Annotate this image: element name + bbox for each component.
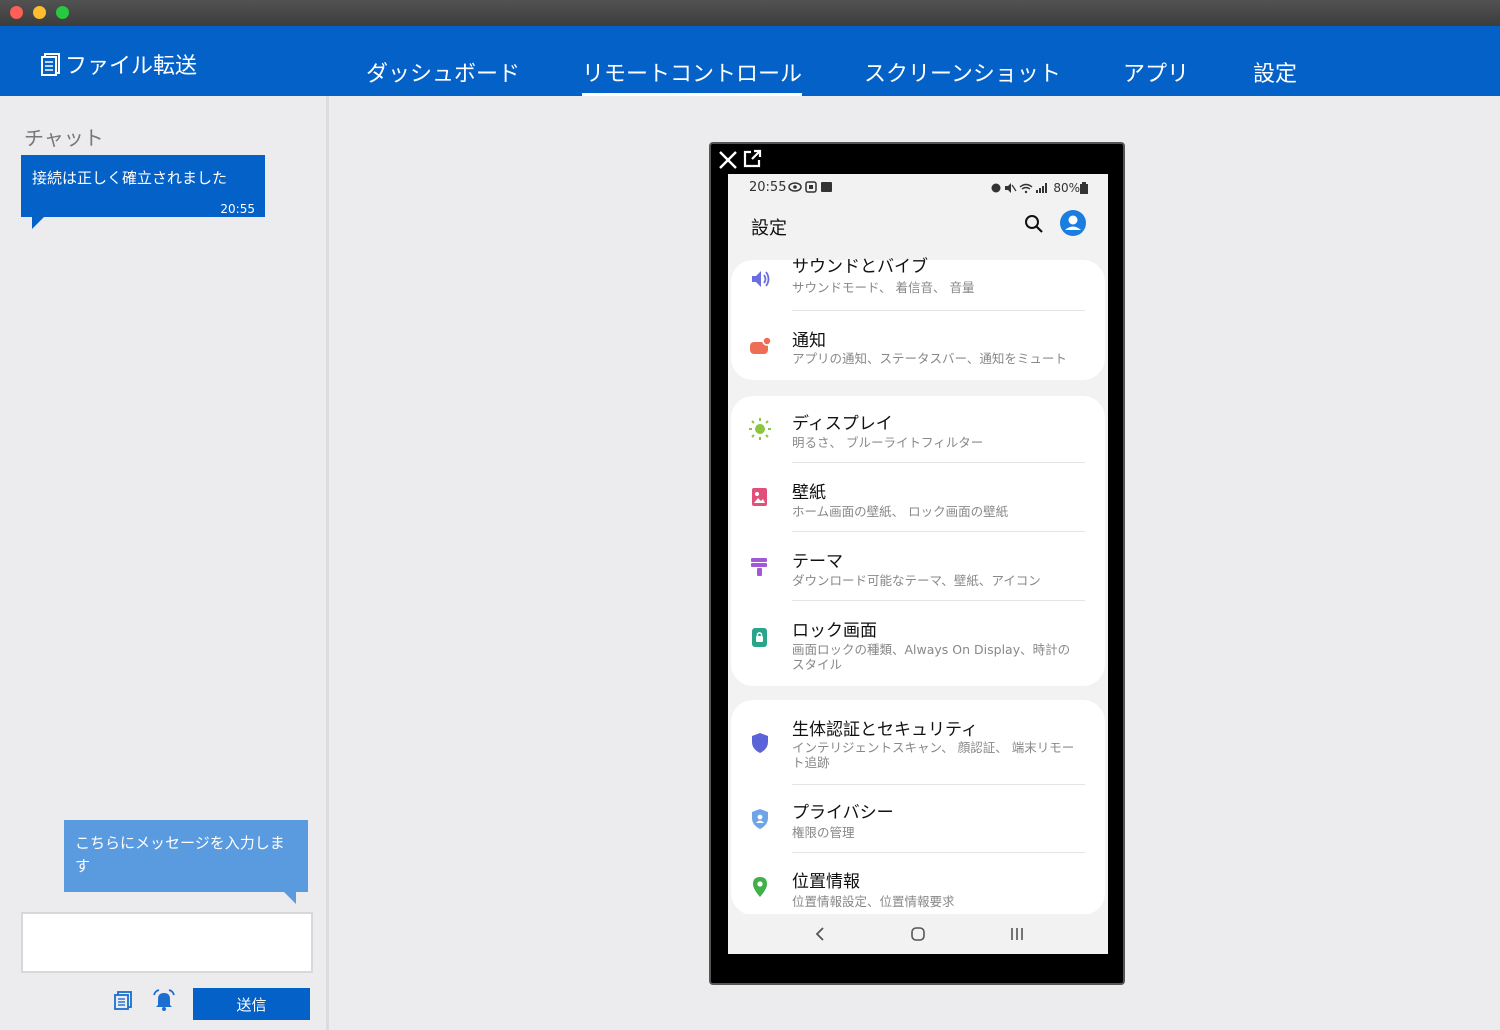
sound-subtitle: サウンドモード、 着信音、 音量 — [792, 280, 975, 295]
tab-remote-control[interactable]: リモートコントロール — [582, 56, 803, 96]
notification-title: 通知 — [792, 331, 826, 351]
location-icon — [753, 877, 767, 897]
status-notification-icons — [788, 181, 832, 193]
item-divider — [792, 531, 1085, 532]
theme-subtitle: ダウンロード可能なテーマ、壁紙、アイコン — [792, 573, 1041, 588]
home-icon[interactable] — [910, 926, 926, 942]
location-title: 位置情報 — [792, 872, 860, 892]
message-hint-bubble: こちらにメッセージを入力します — [64, 820, 308, 904]
back-icon[interactable] — [814, 926, 826, 942]
tab-screenshot[interactable]: スクリーンショット — [864, 56, 1061, 96]
popout-icon[interactable] — [742, 149, 762, 169]
security-title: 生体認証とセキュリティ — [792, 720, 978, 740]
status-system-icons: 80% — [990, 181, 1088, 195]
file-transfer-icon[interactable] — [112, 988, 136, 1012]
battery-level: 80% — [1053, 181, 1080, 195]
settings-item-privacy[interactable]: プライバシー 権限の管理 — [731, 785, 1105, 853]
sound-icon — [752, 271, 770, 287]
settings-item-location[interactable]: 位置情報 位置情報設定、位置情報要求 — [731, 854, 1105, 914]
phone-status-bar: 20:55 80% — [728, 174, 1108, 200]
theme-icon — [751, 558, 767, 576]
display-subtitle: 明るさ、 ブルーライトフィルター — [792, 435, 984, 450]
chat-panel: チャット 接続は正しく確立されました 20:55 こちらにメッセージを入力します… — [0, 96, 329, 1030]
chat-title: チャット — [24, 126, 104, 150]
account-icon[interactable] — [1059, 209, 1087, 237]
wallpaper-icon — [752, 488, 767, 506]
search-icon[interactable] — [1024, 214, 1044, 234]
settings-group-3: 生体認証とセキュリティ インテリジェントスキャン、 顔認証、 端末リモート追跡 … — [731, 700, 1105, 915]
tab-dashboard[interactable]: ダッシュボード — [366, 56, 520, 96]
phone-navigation-bar — [728, 914, 1108, 954]
status-time: 20:55 — [749, 180, 787, 195]
privacy-subtitle: 権限の管理 — [792, 825, 855, 840]
settings-group-1: サウンドとバイブ サウンドモード、 着信音、 音量 通知 アプリの通知、ステータ… — [731, 257, 1105, 380]
settings-item-sound[interactable]: サウンドとバイブ サウンドモード、 着信音、 音量 — [731, 252, 1105, 312]
incoming-message-text: 接続は正しく確立されました — [32, 169, 228, 187]
battery-icon — [1080, 182, 1088, 194]
wallpaper-subtitle: ホーム画面の壁紙、 ロック画面の壁紙 — [792, 504, 1009, 519]
settings-item-security[interactable]: 生体認証とセキュリティ インテリジェントスキャン、 顔認証、 端末リモート追跡 — [731, 700, 1105, 785]
settings-item-wallpaper[interactable]: 壁紙 ホーム画面の壁紙、 ロック画面の壁紙 — [731, 464, 1105, 532]
remote-phone-frame: 20:55 80% 設定 サウンドとバイブ サウンドモード、 着信音、 音量 通… — [709, 142, 1125, 985]
send-button[interactable]: 送信 — [193, 988, 310, 1020]
sound-title: サウンドとバイブ — [792, 257, 928, 277]
recent-apps-icon[interactable] — [1010, 926, 1024, 942]
location-subtitle: 位置情報設定、位置情報要求 — [792, 894, 955, 909]
settings-group-2: ディスプレイ 明るさ、 ブルーライトフィルター 壁紙 ホーム画面の壁紙、 ロック… — [731, 396, 1105, 686]
settings-item-lock-screen[interactable]: ロック画面 画面ロックの種類、Always On Display、時計のスタイル — [731, 602, 1105, 686]
item-divider — [792, 852, 1085, 853]
item-divider — [792, 462, 1085, 463]
lock-screen-icon — [752, 628, 767, 647]
settings-item-notification[interactable]: 通知 アプリの通知、ステータスバー、通知をミュート — [731, 318, 1105, 378]
message-input[interactable] — [21, 912, 313, 973]
wallpaper-title: 壁紙 — [792, 483, 826, 503]
lock-screen-title: ロック画面 — [792, 621, 877, 641]
settings-item-display[interactable]: ディスプレイ 明るさ、 ブルーライトフィルター — [731, 396, 1105, 464]
app-brand: ファイル転送 — [40, 48, 197, 80]
security-subtitle: インテリジェントスキャン、 顔認証、 端末リモート追跡 — [792, 740, 1075, 770]
top-navigation-bar: ファイル転送 ダッシュボード リモートコントロール スクリーンショット アプリ … — [0, 26, 1500, 96]
notification-subtitle: アプリの通知、ステータスバー、通知をミュート — [792, 351, 1067, 366]
item-divider — [792, 310, 1085, 311]
item-divider — [792, 600, 1085, 601]
lock-screen-subtitle: 画面ロックの種類、Always On Display、時計のスタイル — [792, 642, 1071, 672]
window-titlebar — [0, 0, 1500, 26]
minimize-window-button[interactable] — [33, 6, 46, 19]
close-icon[interactable] — [718, 150, 738, 170]
incoming-message-bubble: 接続は正しく確立されました 20:55 — [21, 155, 265, 229]
bubble-tail — [284, 892, 296, 904]
theme-title: テーマ — [792, 552, 843, 572]
tab-apps[interactable]: アプリ — [1123, 56, 1189, 96]
display-title: ディスプレイ — [792, 414, 893, 434]
tab-settings[interactable]: 設定 — [1253, 56, 1297, 96]
close-window-button[interactable] — [10, 6, 23, 19]
alarm-icon — [991, 183, 1048, 194]
settings-title: 設定 — [751, 218, 787, 239]
phone-screen[interactable]: 20:55 80% 設定 サウンドとバイブ サウンドモード、 着信音、 音量 通… — [728, 174, 1108, 954]
notification-icon — [750, 336, 771, 354]
privacy-icon — [752, 809, 768, 829]
incoming-message-time: 20:55 — [220, 202, 255, 216]
alarm-bell-icon[interactable] — [152, 988, 176, 1012]
bubble-tail — [32, 217, 44, 229]
settings-item-theme[interactable]: テーマ ダウンロード可能なテーマ、壁紙、アイコン — [731, 533, 1105, 601]
message-hint-text: こちらにメッセージを入力します — [75, 834, 285, 875]
app-title: ファイル転送 — [65, 54, 198, 79]
privacy-title: プライバシー — [792, 803, 894, 823]
file-icon — [41, 53, 60, 76]
maximize-window-button[interactable] — [56, 6, 69, 19]
display-icon — [749, 418, 771, 440]
shield-icon — [752, 733, 768, 753]
